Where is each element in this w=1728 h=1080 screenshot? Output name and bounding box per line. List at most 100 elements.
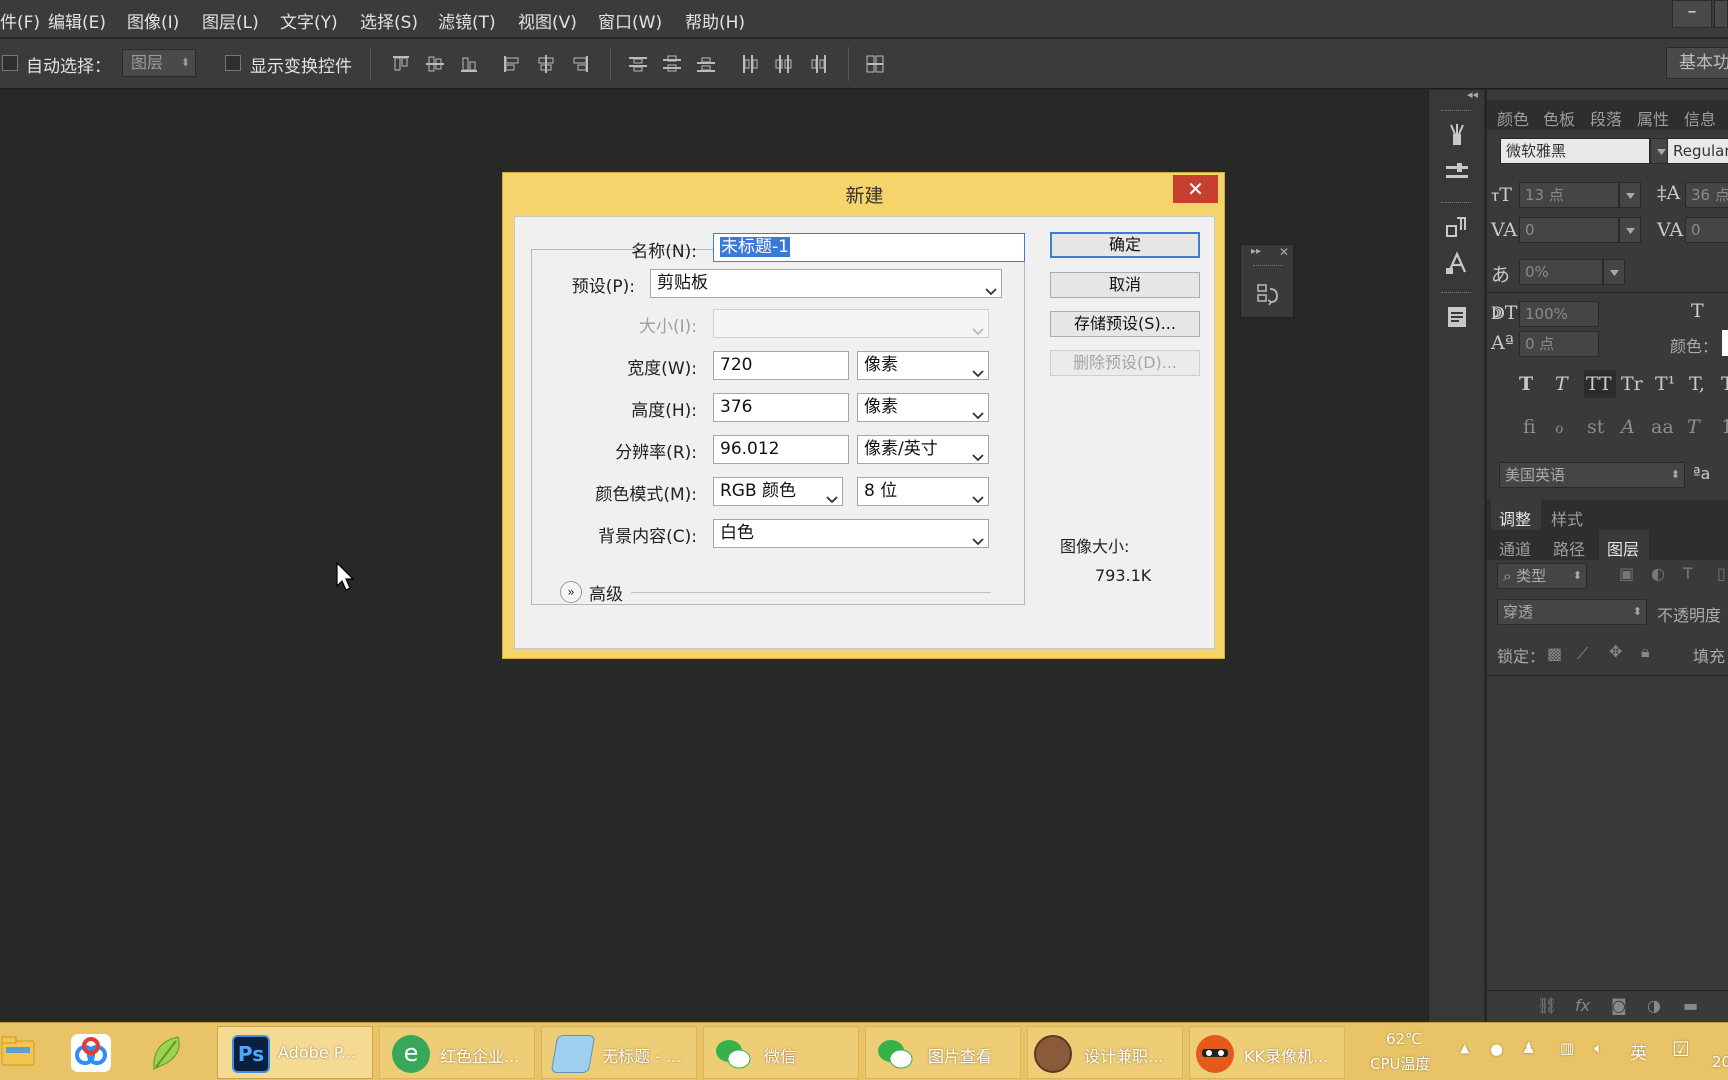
menu-filter[interactable]: 滤镜(T)	[438, 8, 496, 33]
tab-paragraph[interactable]: 段落	[1590, 106, 1622, 130]
tracking-input[interactable]: 0	[1685, 217, 1728, 243]
close-icon[interactable]: ✕	[1279, 245, 1289, 259]
width-input[interactable]: 720	[713, 351, 849, 380]
notes-icon[interactable]	[1443, 304, 1471, 330]
underline-icon[interactable]: T	[1721, 373, 1728, 395]
distribute-vcenter-icon[interactable]	[661, 53, 683, 75]
align-bottom-icon[interactable]	[458, 53, 480, 75]
panel-grip[interactable]	[1441, 202, 1471, 205]
wechat-tray-icon[interactable]: ●	[1490, 1040, 1503, 1058]
align-hcenter-icon[interactable]	[535, 53, 557, 75]
shape-filter-icon[interactable]: ▯	[1717, 564, 1726, 583]
auto-select-checkbox[interactable]	[2, 55, 18, 71]
background-select[interactable]: 白色	[713, 519, 989, 548]
align-top-icon[interactable]	[390, 53, 412, 75]
character-styles-icon[interactable]	[1443, 250, 1471, 276]
restore-button[interactable]	[1714, 0, 1728, 28]
menu-help[interactable]: 帮助(H)	[685, 8, 745, 33]
device-tray-icon[interactable]: ▥	[1560, 1039, 1574, 1057]
height-unit-select[interactable]: 像素	[857, 393, 989, 422]
taskbar-item-photoshop[interactable]: Ps Adobe P...	[217, 1026, 373, 1079]
menu-window[interactable]: 窗口(W)	[598, 8, 662, 33]
distribute-hcenter-icon[interactable]	[773, 53, 795, 75]
lock-move-icon[interactable]: ✥	[1609, 642, 1622, 661]
superscript-icon[interactable]: T¹	[1655, 373, 1675, 395]
bit-depth-select[interactable]: 8 位	[857, 477, 989, 506]
all-caps-icon[interactable]: TT	[1586, 373, 1612, 395]
tab-properties[interactable]: 属性	[1637, 106, 1669, 130]
show-transform-checkbox[interactable]	[225, 55, 241, 71]
font-family-select[interactable]: 微软雅黑	[1500, 138, 1650, 164]
distribute-right-icon[interactable]	[807, 53, 829, 75]
ordinals-icon[interactable]: 1	[1721, 416, 1728, 438]
collapse-arrows-icon[interactable]: ◂◂	[1467, 88, 1478, 101]
font-size-input[interactable]: 13 点	[1519, 182, 1619, 208]
file-explorer-icon[interactable]	[0, 1033, 38, 1071]
volume-icon[interactable]: 🔈︎	[1594, 1039, 1603, 1057]
taskbar-item-image-viewer[interactable]: 图片查看	[865, 1026, 1021, 1079]
lock-transparent-icon[interactable]: ▩	[1547, 644, 1562, 663]
panel-grip[interactable]	[1441, 110, 1471, 113]
type-filter-icon[interactable]: T	[1683, 564, 1693, 583]
add-mask-icon[interactable]: ◙	[1611, 996, 1627, 1015]
auto-align-icon[interactable]	[864, 53, 886, 75]
align-right-icon[interactable]	[569, 53, 591, 75]
cancel-button[interactable]: 取消	[1050, 272, 1200, 298]
history-icon[interactable]	[1255, 281, 1281, 307]
width-unit-select[interactable]: 像素	[857, 351, 989, 380]
blend-mode-select[interactable]: 穿透 ⬍	[1497, 599, 1647, 625]
advanced-expand-button[interactable]: »	[560, 581, 582, 603]
menu-type[interactable]: 文字(Y)	[280, 8, 338, 33]
align-left-icon[interactable]	[501, 53, 523, 75]
stylistic-alternates-icon[interactable]: aa	[1651, 416, 1674, 438]
paragraph-icon[interactable]	[1443, 214, 1471, 240]
swash-icon[interactable]: A	[1621, 416, 1635, 438]
kerning-input[interactable]: 0	[1519, 217, 1619, 243]
layer-style-icon[interactable]: fx	[1575, 996, 1590, 1015]
ime-indicator[interactable]: 英	[1630, 1039, 1647, 1064]
faux-bold-icon[interactable]: T	[1519, 373, 1533, 395]
language-select[interactable]: 美国英语 ⬍	[1499, 462, 1685, 488]
tab-info[interactable]: 信息	[1684, 106, 1716, 130]
minimize-button[interactable]: –	[1672, 0, 1712, 28]
color-mode-select[interactable]: RGB 颜色	[713, 477, 843, 506]
workspace-switcher[interactable]: 基本功	[1666, 47, 1728, 79]
small-caps-icon[interactable]: Tr	[1621, 373, 1643, 395]
lock-brush-icon[interactable]: ⟋	[1577, 644, 1588, 664]
taskbar-item-design-job[interactable]: 设计兼职...	[1027, 1026, 1183, 1079]
tab-color[interactable]: 颜色	[1497, 106, 1529, 130]
distribute-top-icon[interactable]	[627, 53, 649, 75]
discretionary-ligature-icon[interactable]: st	[1587, 416, 1604, 438]
tab-paths[interactable]: 路径	[1553, 536, 1585, 560]
qq-tray-icon[interactable]: ♟	[1522, 1039, 1535, 1057]
subscript-icon[interactable]: T,	[1689, 373, 1705, 395]
taskbar-item-notepad[interactable]: 无标题 - ...	[541, 1026, 697, 1079]
expand-icon[interactable]: ▸▸	[1251, 246, 1261, 257]
menu-layer[interactable]: 图层(L)	[202, 8, 259, 33]
titling-alternates-icon[interactable]: T	[1687, 416, 1700, 438]
faux-italic-icon[interactable]: T	[1555, 373, 1568, 395]
panel-grip[interactable]	[1441, 292, 1471, 295]
menu-image[interactable]: 图像(I)	[127, 8, 179, 33]
auto-select-dropdown[interactable]: 图层 ⬍	[122, 49, 196, 77]
ok-button[interactable]: 确定	[1050, 232, 1200, 258]
taskbar-item-kk-recorder[interactable]: KK录像机...	[1189, 1026, 1345, 1079]
font-size-dropdown[interactable]	[1619, 182, 1641, 208]
resolution-unit-select[interactable]: 像素/英寸	[857, 435, 989, 464]
panel-grip[interactable]	[1253, 265, 1283, 268]
save-preset-button[interactable]: 存储预设(S)...	[1050, 311, 1200, 337]
taskbar-item-browser[interactable]: e 红色企业...	[379, 1026, 535, 1079]
clock[interactable]: 20	[1712, 1053, 1728, 1071]
text-color-swatch[interactable]	[1722, 330, 1728, 356]
contextual-alternates-icon[interactable]: ℴ	[1555, 416, 1564, 438]
tab-channels[interactable]: 通道	[1499, 536, 1531, 560]
tsume-input[interactable]: 0%	[1519, 259, 1603, 285]
green-leaf-app-icon[interactable]	[148, 1033, 186, 1073]
ligature-icon[interactable]: fi	[1523, 416, 1536, 438]
height-input[interactable]: 376	[713, 393, 849, 422]
new-adjustment-icon[interactable]: ◑	[1647, 996, 1661, 1015]
leading-input[interactable]: 36 点	[1685, 182, 1728, 208]
tab-swatches[interactable]: 色板	[1543, 106, 1575, 130]
layer-filter-select[interactable]: ⌕ 类型 ⬍	[1497, 563, 1587, 589]
adjustment-filter-icon[interactable]: ◐	[1651, 564, 1665, 583]
